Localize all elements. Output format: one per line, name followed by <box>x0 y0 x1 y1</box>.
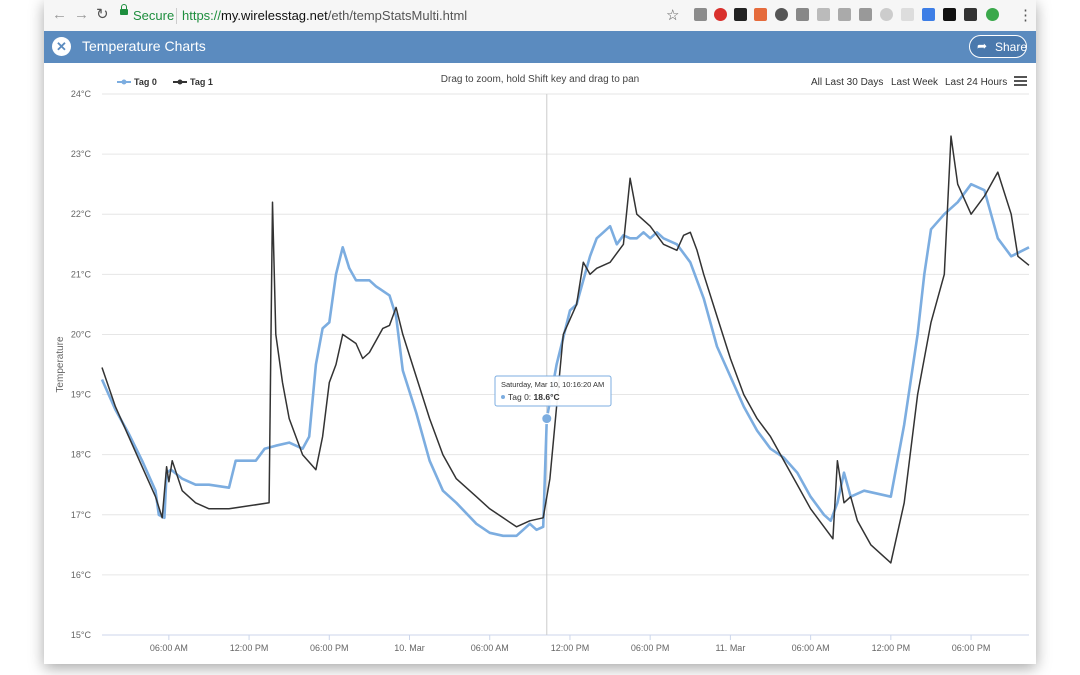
tooltip-marker <box>501 395 505 399</box>
extension-icon[interactable] <box>943 8 956 21</box>
extension-recycle-icon[interactable] <box>694 8 707 21</box>
arrow-left-icon[interactable]: ← <box>52 6 67 24</box>
series-line-tag0 <box>100 182 1030 538</box>
y-tick-label: 20°C <box>71 329 92 339</box>
url-protocol: https:// <box>182 8 222 23</box>
extension-icon[interactable] <box>859 8 872 21</box>
x-tick-label: 06:00 PM <box>952 643 991 653</box>
lock-icon <box>120 4 128 15</box>
x-tick-label: 06:00 PM <box>310 643 349 653</box>
legend-item-label[interactable]: Tag 0 <box>134 77 157 87</box>
vertical-dots-icon[interactable]: ⋮ <box>1018 6 1033 24</box>
x-tick-label: 06:00 AM <box>792 643 830 653</box>
address-separator <box>176 8 177 24</box>
y-axis-label: Temperature <box>55 336 66 393</box>
hamburger-bar <box>1014 84 1027 86</box>
extension-icon[interactable] <box>754 8 767 21</box>
hover-marker <box>541 413 553 425</box>
tooltip-value: Tag 0: 18.6°C <box>508 392 560 402</box>
address-bar[interactable]: https://my.wirelesstag.net/eth/tempStats… <box>182 8 467 23</box>
extension-icon[interactable] <box>922 8 935 21</box>
hamburger-bar <box>1014 80 1027 82</box>
x-tick-label: 06:00 PM <box>631 643 670 653</box>
extension-icon[interactable] <box>964 8 977 21</box>
share-label: Share <box>995 40 1028 54</box>
series-line-tag1 <box>101 135 1030 564</box>
legend-marker <box>121 79 127 85</box>
legend-item-label[interactable]: Tag 1 <box>190 77 213 87</box>
y-tick-label: 21°C <box>71 269 92 279</box>
secure-label: Secure <box>133 8 175 23</box>
extension-pinterest-icon[interactable] <box>714 8 727 21</box>
url-path: /eth/tempStatsMulti.html <box>327 8 468 23</box>
url-host: my.wirelesstag.net <box>221 8 328 23</box>
share-button[interactable]: ➦ Share <box>969 35 1027 58</box>
x-tick-label: 12:00 PM <box>230 643 269 653</box>
x-tick-label: 06:00 AM <box>471 643 509 653</box>
extension-camera-icon[interactable] <box>796 8 809 21</box>
y-tick-label: 15°C <box>71 630 92 640</box>
y-tick-label: 23°C <box>71 149 92 159</box>
y-tick-label: 18°C <box>71 450 92 460</box>
zoom-hint: Drag to zoom, hold Shift key and drag to… <box>441 74 639 85</box>
close-icon[interactable]: ✕ <box>52 37 71 56</box>
extension-icon[interactable] <box>901 8 914 21</box>
range-button[interactable]: Last 24 Hours <box>945 77 1007 88</box>
range-button[interactable]: Last Week <box>891 77 939 88</box>
reload-icon[interactable]: ↻ <box>96 6 109 24</box>
extension-evernote-icon[interactable] <box>775 8 788 21</box>
x-tick-label: 12:00 PM <box>872 643 911 653</box>
page-title: Temperature Charts <box>82 38 206 54</box>
app-header: ✕ Temperature Charts ➦ Share <box>44 31 1036 63</box>
arrow-right-icon[interactable]: → <box>74 6 89 24</box>
browser-toolbar: ← → ↻ Secure https://my.wirelesstag.net/… <box>44 0 1036 32</box>
x-tick-label: 06:00 AM <box>150 643 188 653</box>
y-tick-label: 22°C <box>71 209 92 219</box>
legend-marker <box>177 79 183 85</box>
y-tick-label: 17°C <box>71 510 92 520</box>
star-icon[interactable]: ☆ <box>666 6 679 24</box>
tooltip-timestamp: Saturday, Mar 10, 10:16:20 AM <box>501 380 604 389</box>
extension-icon[interactable] <box>986 8 999 21</box>
extension-gl-icon[interactable] <box>838 8 851 21</box>
hamburger-bar <box>1014 76 1027 78</box>
y-tick-label: 16°C <box>71 570 92 580</box>
extension-icon[interactable] <box>817 8 830 21</box>
hamburger-icon[interactable] <box>1014 76 1027 86</box>
extension-icon[interactable] <box>734 8 747 21</box>
browser-window: ← → ↻ Secure https://my.wirelesstag.net/… <box>44 0 1036 664</box>
range-button[interactable]: All <box>811 77 822 88</box>
extension-icon[interactable] <box>880 8 893 21</box>
y-tick-label: 24°C <box>71 89 92 99</box>
x-tick-label: 10. Mar <box>394 643 425 653</box>
share-arrow-icon: ➦ <box>977 39 988 53</box>
y-tick-label: 19°C <box>71 390 92 400</box>
x-tick-label: 12:00 PM <box>551 643 590 653</box>
range-button[interactable]: Last 30 Days <box>825 77 883 88</box>
x-tick-label: 11. Mar <box>715 643 745 653</box>
temperature-chart[interactable]: 15°C 16°C 17°C 18°C 19°C 20°C 21°C 22°C 23°C 24°C… <box>44 63 1036 664</box>
